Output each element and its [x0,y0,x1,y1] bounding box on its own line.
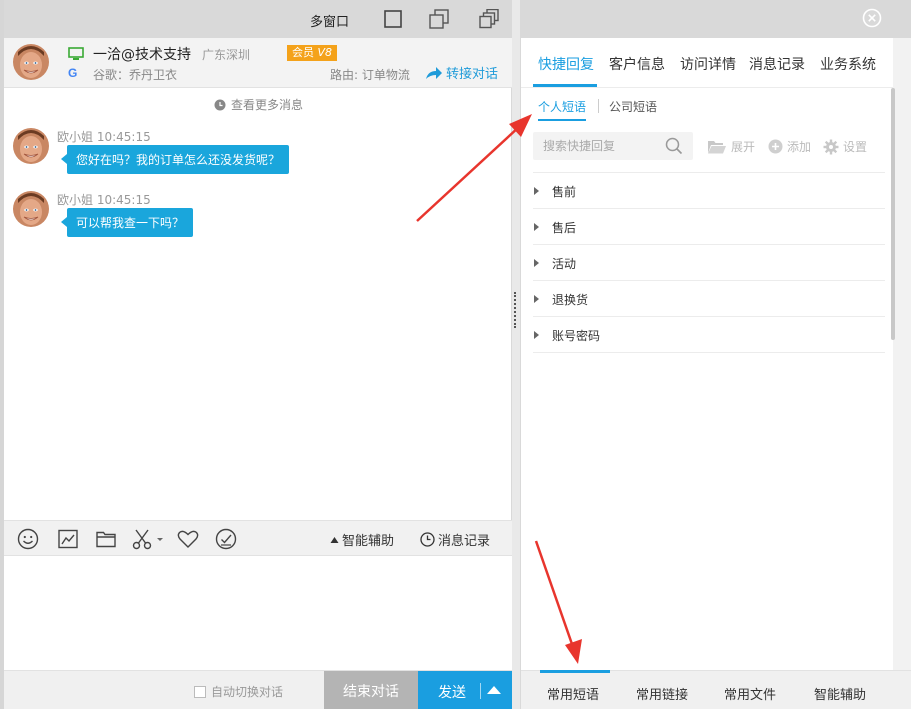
folder-open-icon [708,140,726,153]
expand-triangle-icon [534,295,539,303]
quality-check-icon[interactable] [214,527,238,551]
restore-window-icon[interactable] [428,9,450,29]
smart-assist-button[interactable]: 智能辅助 [330,530,394,549]
panel-splitter[interactable] [514,292,517,328]
sender-avatar [13,191,49,227]
bottom-tab-common-phrases[interactable]: 常用短语 [547,684,599,703]
forward-arrow-icon [426,66,442,79]
chat-panel: 多窗口 一洽@技术支持 广东深圳 会员 V8 G 谷歌：乔丹卫衣 路由: 订单物… [0,0,512,709]
bottom-tab-common-links[interactable]: 常用链接 [636,684,688,703]
vip-badge: 会员 V8 [287,45,338,61]
category-item[interactable]: 活动 [533,245,885,281]
phrase-category-list: 售前 售后 活动 退换货 账号密码 [533,172,885,353]
plus-circle-icon [768,139,783,154]
active-bottom-tab-indicator [540,670,610,673]
maximize-icon[interactable] [382,9,404,29]
close-icon[interactable] [862,8,882,28]
category-item[interactable]: 退换货 [533,281,885,317]
google-icon: G [68,66,78,80]
tab-customer-info[interactable]: 客户信息 [609,54,665,74]
side-panel-gutter [893,38,911,670]
desktop-icon [68,47,84,60]
load-more-messages[interactable]: 查看更多消息 [214,96,303,113]
search-icon[interactable] [665,137,683,155]
message-input[interactable] [4,556,512,670]
side-panel: 快捷回复 客户信息 访问详情 消息记录 业务系统 个人短语 公司短语 展开 添加 [520,0,911,709]
scissors-icon[interactable] [130,527,166,551]
heart-icon[interactable] [176,527,200,551]
checkbox-box[interactable] [194,685,206,698]
customer-name: 一洽@技术支持 [93,47,191,63]
caret-up-icon [330,536,339,543]
gear-icon [823,139,839,154]
side-panel-tabs: 快捷回复 客户信息 访问详情 消息记录 业务系统 [521,38,893,88]
quick-reply-search [533,132,693,160]
bottom-tab-common-files[interactable]: 常用文件 [724,684,776,703]
send-divider [480,683,481,699]
tab-quick-reply[interactable]: 快捷回复 [538,54,594,74]
add-button[interactable]: 添加 [768,138,811,155]
message-bubble: 可以帮我查一下吗？ [60,208,194,237]
bottom-tab-smart-assist[interactable]: 智能辅助 [814,684,866,703]
subtab-personal-phrases[interactable]: 个人短语 [538,98,586,115]
settings-button[interactable]: 设置 [823,138,867,155]
window-titlebar: 多窗口 [4,0,512,38]
image-icon[interactable] [56,527,80,551]
message-bubble: 您好在吗？我的订单怎么还没发货呢？ [60,145,290,174]
customer-route: 路由: 订单物流 [330,68,410,82]
clock-icon [420,532,435,547]
customer-source: 谷歌：乔丹卫衣 [93,68,178,82]
expand-button[interactable]: 展开 [707,138,755,155]
clock-icon [214,99,226,110]
side-panel-titlebar [521,0,911,38]
category-item[interactable]: 账号密码 [533,317,885,353]
customer-header: 一洽@技术支持 广东深圳 会员 V8 G 谷歌：乔丹卫衣 路由: 订单物流 转接… [4,38,512,88]
send-button[interactable]: 发送 [418,671,512,709]
end-chat-button[interactable]: 结束对话 [324,671,418,709]
sender-avatar [13,128,49,164]
active-subtab-indicator [538,119,586,121]
transfer-chat-button[interactable]: 转接对话 [425,63,498,82]
expand-triangle-icon [534,259,539,267]
tab-business-system[interactable]: 业务系统 [820,54,876,74]
expand-triangle-icon [534,331,539,339]
category-item[interactable]: 售后 [533,209,885,245]
subtab-divider [598,99,599,113]
tab-visit-details[interactable]: 访问详情 [680,54,736,74]
subtab-company-phrases[interactable]: 公司短语 [609,98,657,115]
folder-icon[interactable] [94,527,118,551]
active-tab-indicator [533,84,597,87]
expand-triangle-icon [534,223,539,231]
tab-message-history[interactable]: 消息记录 [749,54,805,74]
chat-footer: 自动切换对话 结束对话 发送 [4,670,512,709]
multi-window-icon[interactable] [478,9,500,29]
message-history-button[interactable]: 消息记录 [420,530,490,549]
expand-triangle-icon [534,187,539,195]
input-toolbar: 智能辅助 消息记录 [4,520,512,556]
emoji-icon[interactable] [16,527,40,551]
side-panel-bottom-tabs: 常用短语 常用链接 常用文件 智能辅助 [521,670,911,709]
message-meta: 欧小姐 10:45:15 [57,193,151,207]
customer-avatar [13,44,49,80]
side-panel-scrollbar[interactable] [891,88,895,340]
send-options-icon[interactable] [487,686,501,694]
window-title: 多窗口 [310,15,350,30]
phrase-subtabs: 个人短语 公司短语 [521,88,893,124]
auto-switch-checkbox[interactable]: 自动切换对话 [194,683,283,700]
message-meta: 欧小姐 10:45:15 [57,130,151,144]
customer-location: 广东深圳 [202,48,251,62]
search-input[interactable] [533,132,663,160]
category-item[interactable]: 售前 [533,173,885,209]
